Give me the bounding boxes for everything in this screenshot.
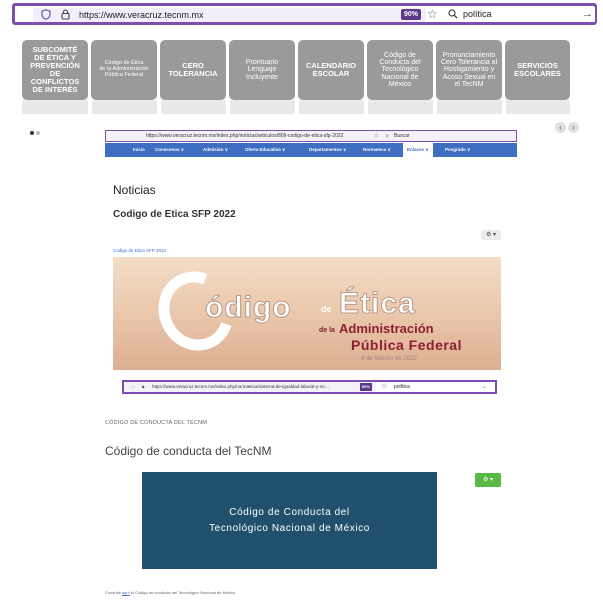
tile-label: SUBCOMITÉ DE ÉTICA Y PREVENCIÓN DE CONFLICT… [25, 46, 85, 93]
search-icon: ⌕ [386, 133, 389, 139]
article-title: Codigo de Etica SFP 2022 [113, 209, 236, 220]
zoom-badge[interactable]: 90% [360, 383, 373, 391]
quick-links: SUBCOMITÉ DE ÉTICA Y PREVENCIÓN DE CONFLICT… [22, 40, 570, 100]
nav-item[interactable]: Enlaces ∨ [403, 143, 433, 157]
tile-label-line: Nacional de [381, 73, 419, 81]
tile-codigo-etica-apf[interactable]: Código de Ética de la Administración Públi… [91, 40, 157, 100]
footer-link[interactable]: aquí [122, 590, 130, 595]
carousel-dot-active[interactable] [30, 131, 34, 135]
tile-label-line: Código de [384, 51, 416, 59]
hero-publica-federal: Pública Federal [351, 337, 462, 353]
search-query[interactable]: política [463, 8, 492, 21]
arrow-right-icon[interactable]: → [481, 382, 487, 392]
tile-label: CERO TOLERANCIA [168, 62, 217, 78]
hero-codigo: ódigo [205, 291, 292, 325]
tile-label-line: ESCOLARES [514, 69, 561, 78]
carousel-dot[interactable] [36, 131, 40, 135]
footer-text: el Código de conducta del Tecnológico Na… [130, 590, 236, 595]
star-icon[interactable]: ☆ [381, 382, 387, 392]
article-image: ódigo de Ética de la Administración Públ… [113, 257, 501, 370]
browser-toolbar: https://www.veracruz.tecnm.mx 90% ☆ polí… [12, 3, 597, 25]
screenshot-root: https://www.veracruz.tecnm.mx 90% ☆ polí… [0, 0, 603, 600]
tile-label-line: el TecNM [454, 81, 484, 89]
hero-etica: Ética [339, 287, 416, 321]
tile-calendario[interactable]: CALENDARIO ESCOLAR [298, 40, 364, 100]
embedded-browser-toolbar: ◌ 🔒︎ https://www.veracruz.tecnm.mx/index… [122, 380, 497, 394]
address-url[interactable]: https://www.veracruz.tecnm.mx [79, 8, 204, 22]
site-nav: Inicio Conócenos ∨ Admisión ∨ Oferta Edu… [105, 143, 517, 157]
nav-item[interactable]: Departamentos ∨ [309, 143, 346, 157]
embedded-page-news: https://www.veracruz.tecnm.mx/index.php/… [105, 130, 517, 380]
footer-text: Consulte [105, 590, 121, 595]
tile-prontuario[interactable]: Prontuario Lenguaje Incluyente [229, 40, 295, 100]
tile-label-line: Hostigamiento y [443, 66, 495, 74]
nav-item[interactable]: Oferta Educativa ∨ [245, 143, 285, 157]
nav-item[interactable]: Normateca ∨ [363, 143, 391, 157]
carousel-arrows: ‹ › [553, 117, 579, 135]
tile-label-line: DE INTERÉS [32, 84, 78, 94]
tile-label-line: Pública Federal [104, 71, 144, 78]
article-link[interactable]: Codigo de Etica SFP 2022 [113, 248, 166, 253]
footer-note: Consulte aquí el Código de conducta del … [105, 590, 235, 595]
search-icon [448, 9, 458, 19]
page-title: Código de conducta del TecNM [105, 444, 272, 458]
tile-label-line: Pronunciamiento [442, 51, 496, 59]
embedded-search-query[interactable]: política [394, 382, 410, 392]
lock-icon[interactable] [61, 9, 70, 20]
nav-item[interactable]: Inicio [133, 143, 145, 157]
shield-icon[interactable] [41, 9, 51, 20]
carousel-dots [30, 122, 42, 140]
nav-item[interactable]: Admisión ∨ [203, 143, 228, 157]
tile-label-line: DE CONFLICTOS [30, 69, 80, 86]
tile-label: CALENDARIO ESCOLAR [306, 62, 356, 78]
tile-label: Pronunciamiento Cero Tolerancia al Hostiga… [441, 52, 497, 89]
banner-line: Código de Conducta del [229, 506, 350, 518]
tile-label-line: ESCOLAR [312, 69, 350, 78]
nav-item[interactable]: Conócenos ∨ [155, 143, 184, 157]
tile-label: Código de Conducta del Tecnológico Nacional… [379, 52, 420, 89]
section-title: Noticias [113, 183, 156, 197]
hero-date: 8 de febrero de 2022 [361, 356, 417, 362]
chevron-right-icon[interactable]: › [568, 122, 579, 133]
tile-codigo-conducta[interactable]: Código de Conducta del Tecnológico Nacional… [367, 40, 433, 100]
tile-label-line: Lenguaje [247, 66, 277, 74]
breadcrumb: CÓDIGO DE CONDUCTA DEL TECNM [105, 420, 208, 426]
zoom-badge[interactable]: 90% [401, 9, 422, 20]
tile-cero-tolerancia[interactable]: CERO TOLERANCIA [160, 40, 226, 100]
embedded-url[interactable]: https://www.veracruz.tecnm.mx/index.php/… [146, 131, 343, 142]
gear-icon[interactable]: ⚙ ▾ [481, 230, 501, 240]
tile-label-line: Incluyente [246, 73, 278, 81]
embedded-address-bar: https://www.veracruz.tecnm.mx/index.php/… [105, 130, 517, 142]
tile-label-line: Tecnológico [381, 66, 419, 74]
tile-pronunciamiento[interactable]: Pronunciamiento Cero Tolerancia al Hostiga… [436, 40, 502, 100]
chevron-left-icon[interactable]: ‹ [555, 122, 566, 133]
tile-shadow-bar [22, 100, 570, 114]
banner-line: Tecnológico Nacional de México [209, 522, 370, 534]
tile-label: Prontuario Lenguaje Incluyente [246, 59, 278, 81]
tile-label: SERVICIOS ESCOLARES [514, 62, 561, 78]
embedded-url[interactable]: https://www.veracruz.tecnm.mx/index.php/… [152, 382, 330, 392]
embedded-search[interactable]: Buscar [394, 131, 410, 142]
hero-administracion: Administración [339, 321, 434, 336]
tile-subcomite-etica[interactable]: SUBCOMITÉ DE ÉTICA Y PREVENCIÓN DE CONFLICT… [22, 40, 88, 100]
gear-icon[interactable]: ⚙ ▾ [475, 473, 501, 487]
shield-icon[interactable]: ◌ [132, 382, 135, 392]
tile-label-line: TOLERANCIA [168, 69, 218, 78]
nav-item[interactable]: Posgrado ∨ [445, 143, 470, 157]
tile-label-line: Prontuario [245, 58, 279, 66]
star-icon[interactable]: ☆ [427, 7, 438, 21]
lock-icon[interactable]: 🔒︎ [142, 382, 144, 392]
star-icon[interactable]: ☆ [374, 131, 378, 142]
tile-label: Código de Ética de la Administración Públi… [99, 61, 148, 78]
arrow-right-icon[interactable]: → [582, 7, 593, 21]
hero-dela: de la [319, 327, 335, 334]
conduct-banner: Código de Conducta del Tecnológico Nacio… [142, 472, 437, 569]
tile-label-line: Acoso Sexual en [442, 73, 496, 81]
hero-de: de [321, 304, 332, 314]
tile-label-line: Cero Tolerancia al [440, 58, 498, 66]
tile-servicios-escolares[interactable]: SERVICIOS ESCOLARES [505, 40, 570, 100]
search-box[interactable]: política → [445, 7, 595, 22]
tile-label-line: México [388, 81, 412, 89]
tile-label-line: Conducta del [379, 58, 421, 66]
